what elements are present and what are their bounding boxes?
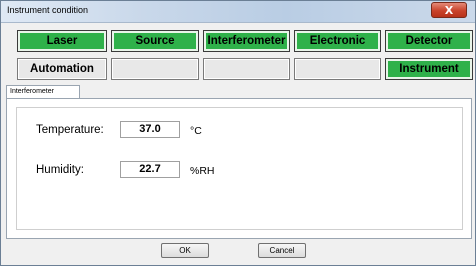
- tile-detector[interactable]: Detector: [385, 30, 473, 52]
- cancel-label: Cancel: [269, 246, 295, 255]
- temperature-label: Temperature:: [36, 124, 104, 136]
- temperature-unit: °C: [190, 125, 202, 137]
- tile-automation[interactable]: Automation: [17, 58, 107, 80]
- tile-label: Interferometer: [207, 35, 286, 47]
- close-icon: X: [444, 3, 454, 17]
- tile-label: Detector: [405, 35, 453, 47]
- tile-label: Automation: [30, 63, 94, 75]
- tile-instrument[interactable]: Instrument: [385, 58, 473, 80]
- tile-laser[interactable]: Laser: [17, 30, 107, 52]
- tile-electronic[interactable]: Electronic: [294, 30, 381, 52]
- ok-button[interactable]: OK: [161, 243, 209, 258]
- tile-label: Laser: [46, 35, 78, 47]
- instrument-condition-dialog: Instrument condition X Laser Source Inte…: [0, 0, 476, 266]
- readings-group: Temperature: 37.0 °C Humidity: 22.7 %RH: [16, 107, 463, 230]
- humidity-value: 22.7: [120, 161, 180, 178]
- tab-panel: Temperature: 37.0 °C Humidity: 22.7 %RH: [6, 98, 472, 239]
- window-title: Instrument condition: [7, 5, 89, 15]
- tile-label: Electronic: [309, 35, 366, 47]
- tile-empty-2[interactable]: [203, 58, 290, 80]
- tile-empty-1[interactable]: [111, 58, 199, 80]
- cancel-button[interactable]: Cancel: [258, 243, 306, 258]
- tile-empty-3[interactable]: [294, 58, 381, 80]
- humidity-unit: %RH: [190, 165, 215, 177]
- ok-label: OK: [179, 246, 191, 255]
- tab-interferometer[interactable]: Interferometer: [6, 85, 80, 99]
- title-bar[interactable]: Instrument condition X: [1, 1, 475, 23]
- tile-label: Source: [135, 35, 175, 47]
- temperature-value: 37.0: [120, 121, 180, 138]
- tile-source[interactable]: Source: [111, 30, 199, 52]
- tile-interferometer[interactable]: Interferometer: [203, 30, 290, 52]
- humidity-label: Humidity:: [36, 164, 84, 176]
- close-button[interactable]: X: [431, 2, 467, 18]
- tile-label: Instrument: [399, 63, 459, 75]
